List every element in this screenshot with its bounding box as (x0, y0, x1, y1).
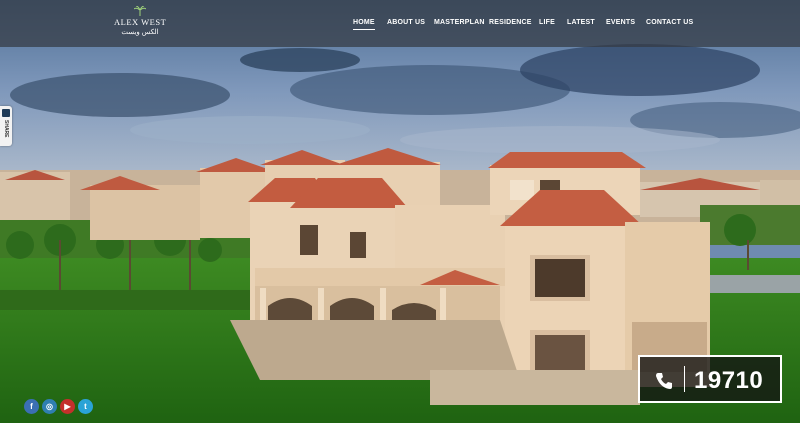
youtube-icon[interactable]: ▶ (60, 399, 75, 414)
share-label: SHARE (3, 120, 9, 138)
share-tab[interactable]: SHARE (0, 106, 12, 146)
nav-item-life[interactable]: LIFE (539, 19, 555, 26)
hotline-divider (684, 366, 685, 392)
top-navbar: ALEX WEST الكس ويست HOME ABOUT US MASTER… (0, 0, 800, 47)
nav-item-residence[interactable]: RESIDENCE (489, 19, 532, 26)
nav-item-events[interactable]: EVENTS (606, 19, 635, 26)
nav-item-latest[interactable]: LATEST (567, 19, 595, 26)
nav-item-masterplan[interactable]: MASTERPLAN (434, 19, 485, 26)
site-logo[interactable]: ALEX WEST الكس ويست (114, 6, 166, 38)
twitter-icon[interactable]: t (78, 399, 93, 414)
hotline-box[interactable]: 19710 (638, 355, 782, 403)
brand-name-arabic: الكس ويست (121, 29, 159, 36)
nav-item-contact-us[interactable]: CONTACT US (646, 19, 693, 26)
facebook-icon[interactable]: f (24, 399, 39, 414)
hotline-number: 19710 (694, 367, 764, 394)
palm-logo-icon (134, 6, 146, 16)
instagram-icon[interactable]: ◎ (42, 399, 57, 414)
nav-item-home[interactable]: HOME (353, 19, 375, 30)
brand-name: ALEX WEST (114, 17, 167, 27)
nav-item-about-us[interactable]: ABOUT US (387, 19, 425, 26)
share-icon (2, 109, 10, 117)
phone-icon (656, 373, 672, 389)
